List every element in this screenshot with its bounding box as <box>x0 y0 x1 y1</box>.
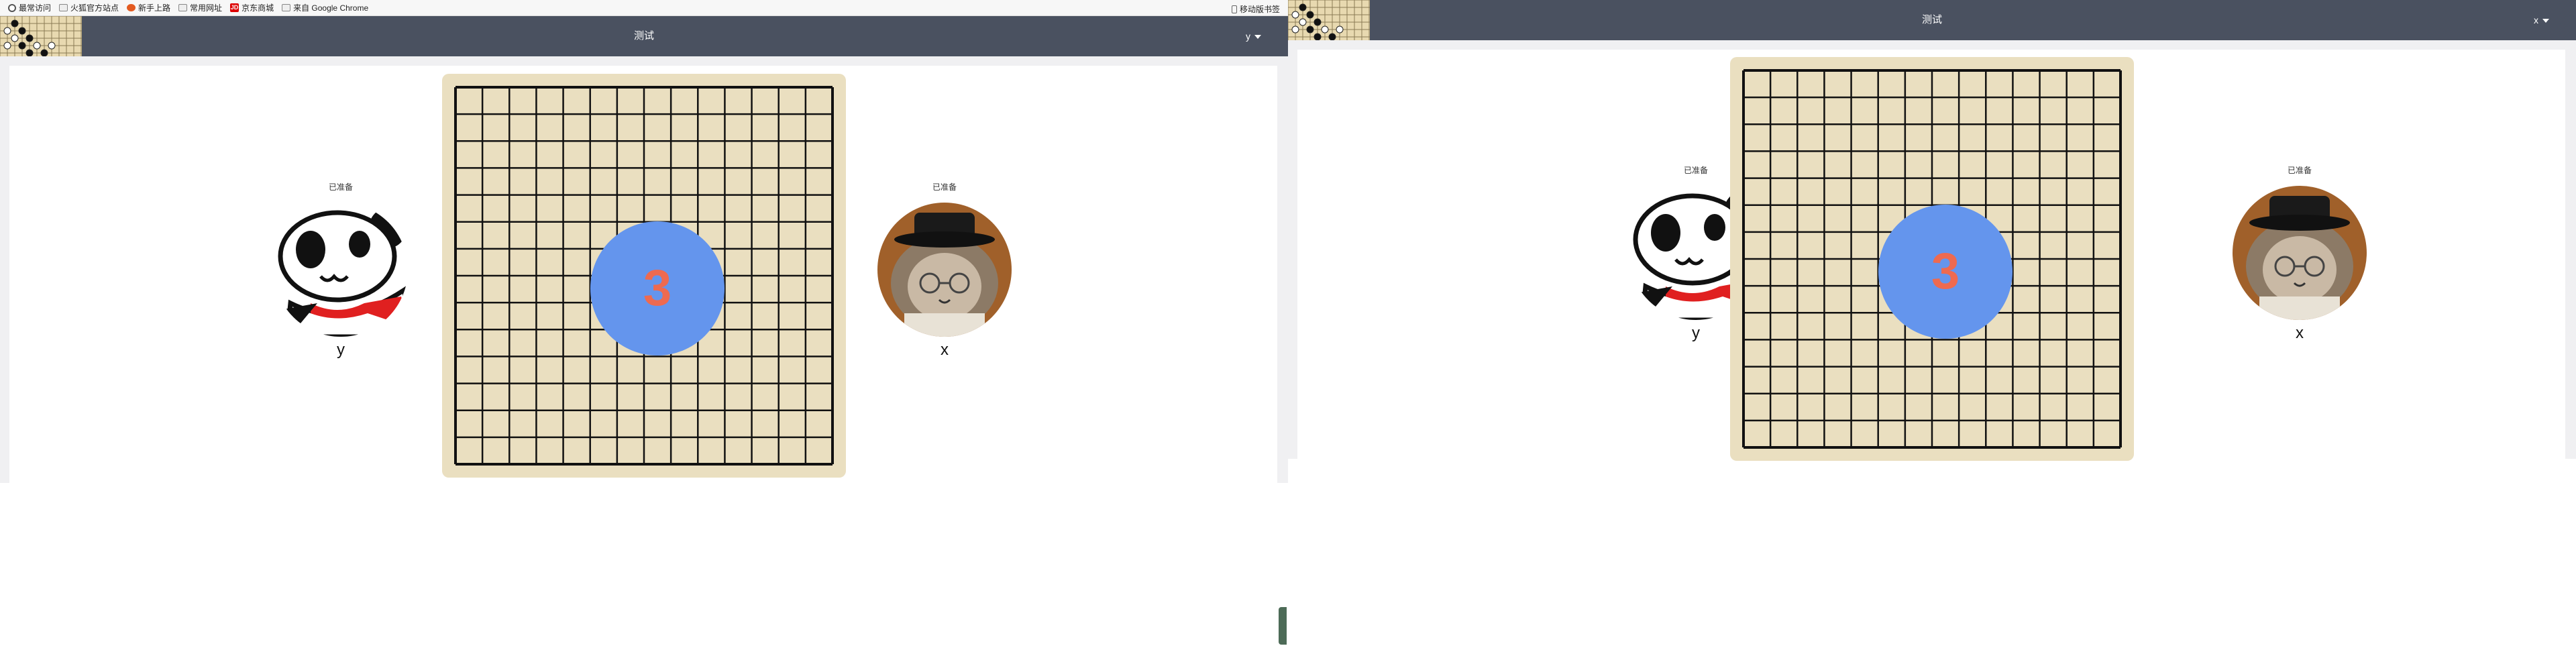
stone <box>1328 33 1336 40</box>
ready-status: 已准备 <box>328 182 353 192</box>
navbar: 测试 y <box>0 16 1288 56</box>
stone <box>33 42 41 50</box>
stone <box>25 49 34 56</box>
user-dropdown[interactable]: y <box>1246 16 1261 56</box>
stone <box>1291 11 1299 19</box>
cat-avatar <box>877 203 1012 337</box>
page-title: 测试 <box>633 30 654 42</box>
folder-icon <box>282 4 291 11</box>
stone <box>40 49 48 56</box>
stone <box>1313 18 1322 26</box>
page-gutter <box>1288 40 2576 50</box>
stone <box>1313 33 1322 40</box>
stone <box>18 27 26 35</box>
mobile-bookmarks[interactable]: 移动版书签 <box>1231 3 1280 15</box>
stone <box>1306 25 1314 34</box>
bookmarks-bar: 最常访问 火狐官方站点 新手上路 常用网址 JD 京东商城 来自 Google C… <box>0 0 1288 16</box>
stone <box>25 34 34 42</box>
stone <box>1321 25 1329 34</box>
bookmark-firefox-official[interactable]: 火狐官方站点 <box>59 2 119 13</box>
bookmark-common-sites[interactable]: 常用网址 <box>178 2 222 13</box>
stone <box>11 34 19 42</box>
player-card-x: 已准备 x <box>2233 164 2367 343</box>
bookmark-from-chrome[interactable]: 来自 Google Chrome <box>282 2 368 13</box>
mobile-icon <box>1231 5 1237 13</box>
stone <box>1299 3 1307 11</box>
page-gutter <box>1288 40 1297 459</box>
player-name: x <box>941 341 949 359</box>
stone <box>1299 18 1307 26</box>
player-card-y: 已准备 y <box>274 181 408 360</box>
go-board-logo[interactable] <box>1288 0 1370 40</box>
stone <box>11 19 19 28</box>
stone <box>1291 25 1299 34</box>
chevron-down-icon <box>2542 19 2549 23</box>
stone <box>1306 11 1314 19</box>
jd-icon: JD <box>230 3 239 12</box>
ready-status: 已准备 <box>932 182 957 192</box>
folder-icon <box>59 4 68 11</box>
player-name: y <box>337 341 345 359</box>
go-board-logo[interactable] <box>0 16 82 56</box>
user-dropdown[interactable]: x <box>2534 0 2549 40</box>
cat-avatar <box>2233 186 2367 320</box>
countdown-timer: 3 <box>590 221 724 356</box>
left-browser-window: 最常访问 火狐官方站点 新手上路 常用网址 JD 京东商城 来自 Google C… <box>0 0 1288 650</box>
page-gutter <box>2565 40 2576 459</box>
chevron-down-icon <box>1254 35 1261 40</box>
bookmark-getting-started[interactable]: 新手上路 <box>127 2 170 13</box>
countdown-timer: 3 <box>1878 205 2012 339</box>
bookmark-most-visited[interactable]: 最常访问 <box>8 2 51 13</box>
panda-avatar <box>274 203 408 337</box>
page-gutter <box>1277 56 1288 483</box>
page-gutter <box>0 56 9 483</box>
firefox-icon <box>127 4 136 11</box>
bookmark-jd[interactable]: JD 京东商城 <box>230 2 274 13</box>
stone <box>18 42 26 50</box>
side-panel-tab[interactable] <box>1279 607 1287 645</box>
page-title: 测试 <box>1921 14 1942 25</box>
player-card-x: 已准备 x <box>877 181 1012 360</box>
stone <box>3 27 11 35</box>
page-gutter <box>0 56 1288 66</box>
stone <box>3 42 11 50</box>
ready-status: 已准备 <box>2287 166 2312 175</box>
right-browser-window: 测试 x 已准备 y 3 已准备 x <box>1288 0 2576 650</box>
folder-icon <box>178 4 188 11</box>
stone <box>1336 25 1344 34</box>
gear-icon <box>8 3 16 12</box>
player-name: x <box>2296 324 2304 342</box>
navbar: 测试 x <box>1288 0 2576 40</box>
stone <box>48 42 56 50</box>
